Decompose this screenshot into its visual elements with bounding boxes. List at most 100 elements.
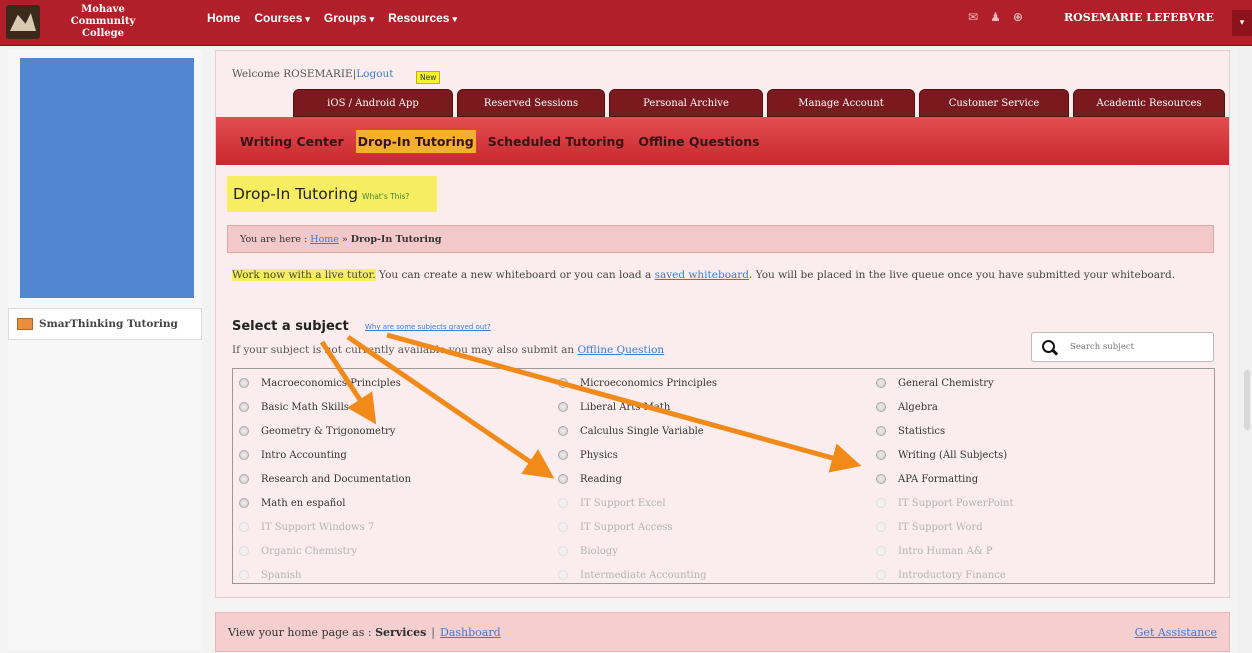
people-icon[interactable]: ♟	[990, 10, 1001, 24]
radio-icon	[876, 426, 886, 436]
subject-it-excel: IT Support Excel	[558, 491, 717, 515]
subject-reading[interactable]: Reading	[558, 467, 717, 491]
radio-icon	[558, 378, 568, 388]
intro-text: Work now with a live tutor. You can crea…	[232, 269, 1176, 281]
search-subject-box[interactable]	[1031, 332, 1214, 362]
subject-it-word: IT Support Word	[876, 515, 1014, 539]
radio-icon	[876, 474, 886, 484]
page-title: Drop-In Tutoring	[233, 185, 359, 203]
breadcrumb-current: Drop-In Tutoring	[350, 233, 442, 245]
sidebar-item-smarthinking[interactable]: SmarThinking Tutoring	[8, 308, 202, 340]
radio-icon	[239, 474, 249, 484]
radio-icon	[239, 498, 249, 508]
tab-ios-android-app[interactable]: iOS / Android App	[293, 89, 453, 117]
tab-bar: iOS / Android App Reserved Sessions Pers…	[293, 89, 1225, 117]
subject-macroeconomics[interactable]: Macroeconomics Principles	[239, 371, 411, 395]
footer-bar: View your home page as : Services | Dash…	[215, 612, 1230, 652]
subnav-drop-in-tutoring[interactable]: Drop-In Tutoring	[355, 129, 476, 153]
subnav-offline-questions[interactable]: Offline Questions	[636, 130, 761, 153]
subject-math-espanol[interactable]: Math en español	[239, 491, 411, 515]
college-logo[interactable]: Mohave Community College	[6, 2, 186, 42]
new-badge: New	[416, 71, 441, 84]
radio-icon	[876, 378, 886, 388]
radio-icon	[239, 546, 249, 556]
logout-link[interactable]: Logout	[356, 68, 393, 80]
subject-intro-accounting[interactable]: Intro Accounting	[239, 443, 411, 467]
tab-customer-service[interactable]: Customer Service	[919, 89, 1069, 117]
chevron-down-icon: ▾	[452, 14, 458, 24]
subject-microeconomics[interactable]: Microeconomics Principles	[558, 371, 717, 395]
user-name[interactable]: ROSEMARIE LEFEBVRE	[1064, 11, 1214, 24]
folder-icon	[17, 318, 33, 330]
radio-icon	[558, 450, 568, 460]
radio-icon	[558, 570, 568, 580]
subject-general-chemistry[interactable]: General Chemistry	[876, 371, 1014, 395]
why-grayed-link[interactable]: Why are some subjects grayed out?	[365, 323, 491, 331]
scrollbar-track[interactable]	[1238, 46, 1252, 653]
user-menu-chevron-icon[interactable]: ▾	[1232, 10, 1252, 36]
radio-icon	[239, 378, 249, 388]
chevron-down-icon: ▾	[369, 14, 375, 24]
dashboard-link[interactable]: Dashboard	[440, 626, 501, 639]
nav-home[interactable]: Home	[207, 11, 240, 25]
sub-nav: Writing Center Drop-In Tutoring Schedule…	[216, 117, 1229, 165]
radio-icon	[239, 426, 249, 436]
intro-highlight: Work now with a live tutor.	[232, 269, 376, 281]
subject-physics[interactable]: Physics	[558, 443, 717, 467]
radio-icon	[239, 570, 249, 580]
subject-list: Macroeconomics Principles Basic Math Ski…	[232, 368, 1215, 584]
radio-icon	[876, 546, 886, 556]
subject-calculus[interactable]: Calculus Single Variable	[558, 419, 717, 443]
search-input[interactable]	[1070, 342, 1200, 352]
left-sidebar: SmarThinking Tutoring	[8, 50, 202, 650]
nav-courses[interactable]: Courses ▾	[254, 11, 310, 25]
subject-liberal-arts-math[interactable]: Liberal Arts Math	[558, 395, 717, 419]
main-nav: Home Courses ▾ Groups ▾ Resources ▾	[207, 11, 457, 25]
subject-it-access: IT Support Access	[558, 515, 717, 539]
subject-geometry[interactable]: Geometry & Trigonometry	[239, 419, 411, 443]
subnav-scheduled-tutoring[interactable]: Scheduled Tutoring	[486, 130, 627, 153]
tab-personal-archive[interactable]: Personal Archive	[609, 89, 763, 117]
radio-icon	[558, 546, 568, 556]
saved-whiteboard-link[interactable]: saved whiteboard	[655, 269, 749, 281]
radio-icon	[876, 450, 886, 460]
subject-column-1: Macroeconomics Principles Basic Math Ski…	[239, 371, 411, 587]
breadcrumb: You are here : Home » Drop-In Tutoring	[227, 225, 1214, 253]
radio-icon	[239, 402, 249, 412]
subject-writing[interactable]: Writing (All Subjects)	[876, 443, 1014, 467]
subject-column-2: Microeconomics Principles Liberal Arts M…	[558, 371, 717, 587]
offline-question-link[interactable]: Offline Question	[577, 344, 664, 356]
subject-intro-finance: Introductory Finance	[876, 563, 1014, 587]
subject-algebra[interactable]: Algebra	[876, 395, 1014, 419]
subject-basic-math[interactable]: Basic Math Skills	[239, 395, 411, 419]
radio-icon	[876, 498, 886, 508]
subject-research[interactable]: Research and Documentation	[239, 467, 411, 491]
whats-this-link[interactable]: What's This?	[362, 192, 409, 201]
tab-reserved-sessions[interactable]: Reserved Sessions	[457, 89, 605, 117]
subject-apa-formatting[interactable]: APA Formatting	[876, 467, 1014, 491]
main-panel: Welcome ROSEMARIE|Logout New iOS / Andro…	[215, 50, 1230, 598]
tab-manage-account[interactable]: Manage Account	[767, 89, 915, 117]
offline-question-text: If your subject is not currently availab…	[232, 344, 665, 356]
globe-icon[interactable]: ⊕	[1013, 10, 1023, 24]
mail-icon[interactable]: ✉	[968, 10, 978, 24]
nav-groups[interactable]: Groups ▾	[324, 11, 374, 25]
top-bar: Mohave Community College Home Courses ▾ G…	[0, 0, 1252, 46]
services-view: Services	[375, 625, 427, 639]
tab-academic-resources[interactable]: Academic Resources	[1073, 89, 1225, 117]
select-subject-heading: Select a subject	[232, 319, 349, 334]
radio-icon	[558, 474, 568, 484]
nav-resources[interactable]: Resources ▾	[388, 11, 457, 25]
breadcrumb-home-link[interactable]: Home	[310, 234, 339, 245]
profile-panel	[20, 58, 194, 298]
welcome-text: Welcome ROSEMARIE|Logout	[232, 68, 394, 80]
subnav-writing-center[interactable]: Writing Center	[238, 130, 346, 153]
page-title-box: Drop-In Tutoring What's This?	[227, 176, 437, 212]
get-assistance-link[interactable]: Get Assistance	[1135, 626, 1217, 639]
subject-statistics[interactable]: Statistics	[876, 419, 1014, 443]
subject-biology: Biology	[558, 539, 717, 563]
subject-column-3: General Chemistry Algebra Statistics Wri…	[876, 371, 1014, 587]
scrollbar-thumb[interactable]	[1244, 370, 1250, 430]
chevron-down-icon: ▾	[305, 14, 310, 24]
radio-icon	[876, 402, 886, 412]
